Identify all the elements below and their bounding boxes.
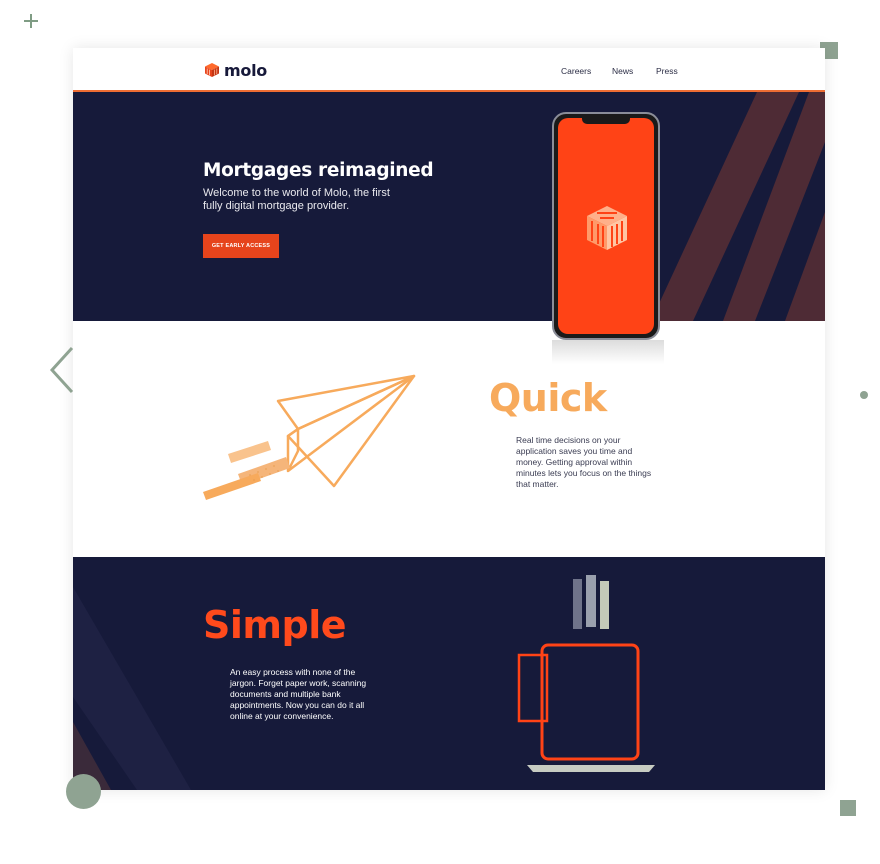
diagonal-stripes bbox=[73, 587, 191, 790]
nav-link-news[interactable]: News bbox=[612, 66, 633, 76]
decorative-dot bbox=[860, 391, 868, 399]
simple-heading: Simple bbox=[203, 603, 347, 647]
plus-icon bbox=[24, 14, 38, 28]
chevron-left-icon[interactable] bbox=[48, 345, 78, 395]
quick-section: Quick Real time decisions on your applic… bbox=[73, 321, 825, 557]
website-preview: molo Careers News Press Mortgages reimag… bbox=[73, 48, 825, 790]
get-early-access-button[interactable]: GET EARLY ACCESS bbox=[203, 234, 279, 258]
decorative-circle bbox=[66, 774, 101, 809]
diagonal-stripes bbox=[651, 92, 825, 321]
brand-logo[interactable]: molo bbox=[204, 60, 267, 80]
simple-description: An easy process with none of the jargon.… bbox=[230, 667, 367, 721]
brand-name: molo bbox=[224, 60, 267, 80]
top-nav: molo Careers News Press bbox=[73, 48, 825, 92]
hero-subtitle: Welcome to the world of Molo, the first … bbox=[203, 187, 390, 212]
decorative-square bbox=[840, 800, 856, 816]
phone-mockup bbox=[552, 112, 664, 344]
molo-logo-icon bbox=[587, 206, 627, 250]
quick-heading: Quick bbox=[489, 376, 607, 420]
hero-section: Mortgages reimagined Welcome to the worl… bbox=[73, 92, 825, 321]
nav-link-press[interactable]: Press bbox=[656, 66, 678, 76]
mug-icon bbox=[517, 575, 655, 772]
quick-description: Real time decisions on your application … bbox=[516, 435, 652, 489]
molo-logo-icon bbox=[205, 63, 219, 77]
nav-link-careers[interactable]: Careers bbox=[561, 66, 591, 76]
phone-screen bbox=[558, 118, 654, 334]
simple-section: Simple An easy process with none of the … bbox=[73, 557, 825, 790]
hero-title: Mortgages reimagined bbox=[203, 160, 434, 181]
paper-plane-icon bbox=[203, 374, 416, 500]
